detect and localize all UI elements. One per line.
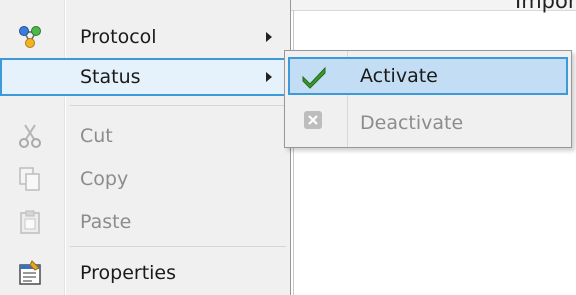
menu-item-paste[interactable]: Paste [0, 203, 291, 241]
menu-item-label: Copy [80, 168, 129, 190]
properties-icon [16, 259, 44, 287]
status-submenu: Activate Deactivate [284, 50, 572, 148]
submenu-item-label: Activate [360, 65, 438, 87]
menu-item-properties[interactable]: Properties [0, 254, 291, 292]
submenu-item-deactivate[interactable]: Deactivate [288, 105, 568, 143]
submenu-item-activate[interactable]: Activate [288, 57, 568, 95]
menu-item-copy[interactable]: Copy [0, 160, 291, 198]
submenu-arrow-icon [266, 72, 272, 82]
menu-item-label: Status [80, 66, 141, 88]
menu-item-label: Properties [80, 262, 177, 284]
menu-item-label: Cut [80, 125, 113, 147]
menu-separator [70, 246, 286, 247]
menu-item-protocol[interactable]: Protocol [0, 18, 291, 56]
submenu-arrow-icon [266, 32, 272, 42]
menu-separator [70, 105, 286, 106]
context-menu: Protocol Status Cut Copy Paste Propertie… [0, 0, 291, 295]
menu-item-status[interactable]: Status [0, 58, 291, 96]
menu-item-cut[interactable]: Cut [0, 117, 291, 155]
protocol-icon [16, 23, 44, 51]
menu-item-label: Protocol [80, 26, 157, 48]
menu-item-label: Paste [80, 211, 132, 233]
background-header-text: Impor [515, 0, 576, 13]
checkmark-icon [300, 62, 328, 90]
copy-icon [16, 165, 44, 193]
x-box-icon [300, 107, 328, 135]
paste-icon [16, 208, 44, 236]
scissors-icon [16, 122, 44, 150]
submenu-item-label: Deactivate [360, 112, 464, 134]
